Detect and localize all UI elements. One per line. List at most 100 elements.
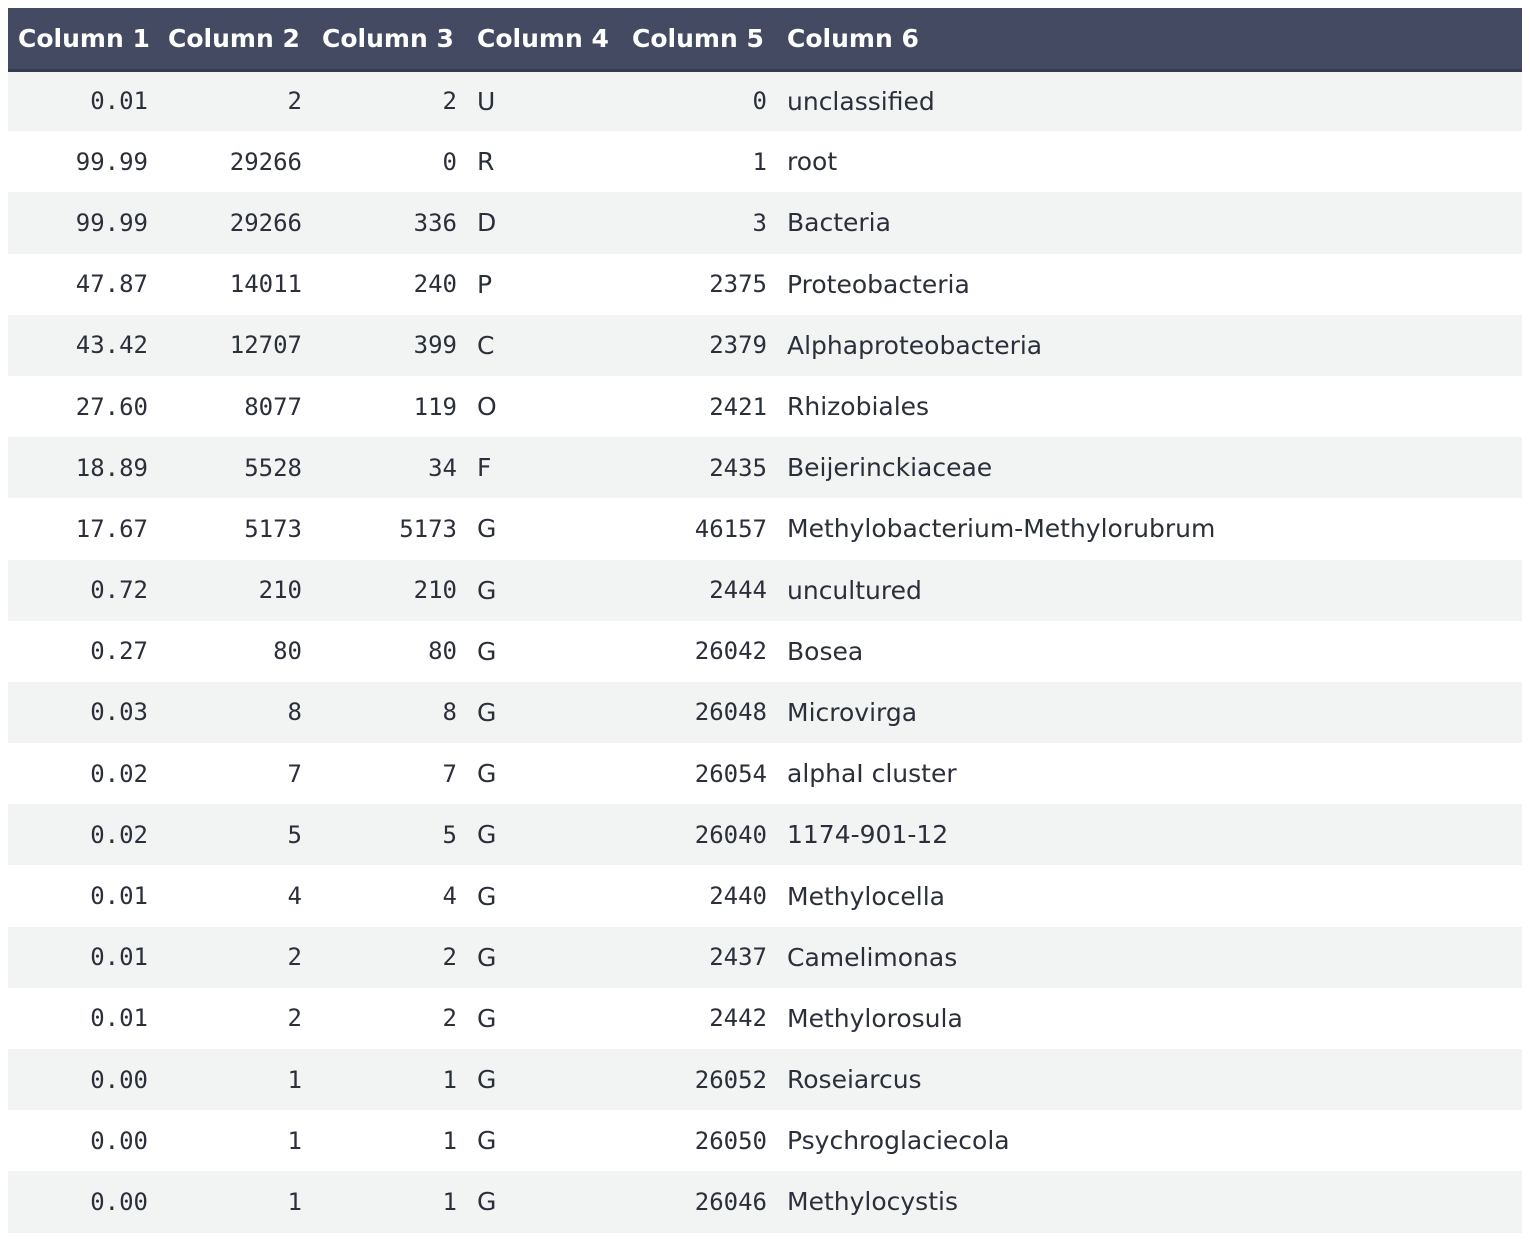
clade-reads-cell: 29266 [229,147,302,176]
table-row: 0.00 1 1 G 26046 Methylocystis [8,1171,1522,1233]
taxid-cell: 2435 [709,453,767,482]
clade-reads-cell: 1 [287,1126,302,1155]
taxid-cell: 2375 [709,270,767,299]
taxon-reads-cell: 2 [442,87,457,116]
percent-cell: 0.00 [90,1065,148,1094]
name-cell: Proteobacteria [787,269,970,299]
clade-reads-cell: 5173 [244,514,302,543]
taxid-cell: 2421 [709,392,767,421]
taxon-reads-cell: 336 [413,208,457,237]
rank-cell: G [477,1187,497,1217]
taxid-cell: 2437 [709,943,767,972]
table-row: 0.72 210 210 G 2444 uncultured [8,559,1522,621]
clade-reads-cell: 8 [287,698,302,727]
taxid-cell: 26040 [694,820,767,849]
table-row: 0.02 7 7 G 26054 alphaI cluster [8,743,1522,805]
taxon-reads-cell: 2 [442,943,457,972]
percent-cell: 0.00 [90,1187,148,1216]
clade-reads-cell: 12707 [229,331,302,360]
taxon-reads-cell: 80 [428,637,457,666]
column-header-3[interactable]: Column 3 [312,8,467,70]
name-cell: Beijerinckiaceae [787,453,993,483]
rank-cell: G [477,1065,497,1095]
table-header: Column 1 Column 2 Column 3 Column 4 Colu… [8,8,1522,70]
clade-reads-cell: 2 [287,943,302,972]
table-row: 43.42 12707 399 C 2379 Alphaproteobacteria [8,314,1522,376]
percent-cell: 17.67 [75,514,148,543]
name-cell: Methylobacterium-Methylorubrum [787,514,1216,544]
name-cell: Methylocystis [787,1187,958,1217]
taxon-reads-cell: 5 [442,820,457,849]
clade-reads-cell: 7 [287,759,302,788]
table-row: 99.99 29266 336 D 3 Bacteria [8,192,1522,254]
clade-reads-cell: 1 [287,1065,302,1094]
clade-reads-cell: 5528 [244,453,302,482]
rank-cell: G [477,759,497,789]
percent-cell: 27.60 [75,392,148,421]
percent-cell: 47.87 [75,270,148,299]
table-row: 0.01 2 2 G 2442 Methylorosula [8,987,1522,1049]
table-row: 17.67 5173 5173 G 46157 Methylobacterium-Meth… [8,498,1522,560]
table-body: 0.01 2 2 U 0 unclassified 99.99 29266 0 R 1 root 99.… [8,70,1522,1233]
rank-cell: G [477,1126,497,1156]
column-header-6[interactable]: Column 6 [777,8,1522,70]
name-cell: Bacteria [787,208,891,238]
table-row: 0.02 5 5 G 26040 1174-901-12 [8,804,1522,866]
table-row: 0.01 2 2 U 0 unclassified [8,70,1522,132]
taxon-reads-cell: 1 [442,1187,457,1216]
table-row: 18.89 5528 34 F 2435 Beijerinckiaceae [8,437,1522,499]
name-cell: Microvirga [787,697,918,727]
rank-cell: G [477,697,497,727]
taxon-reads-cell: 1 [442,1126,457,1155]
taxon-reads-cell: 0 [442,147,457,176]
percent-cell: 0.02 [90,759,148,788]
taxid-cell: 1 [752,147,767,176]
taxid-cell: 26052 [694,1065,767,1094]
clade-reads-cell: 29266 [229,208,302,237]
taxon-reads-cell: 240 [413,270,457,299]
percent-cell: 0.72 [90,576,148,605]
taxid-cell: 26050 [694,1126,767,1155]
clade-reads-cell: 8077 [244,392,302,421]
clade-reads-cell: 2 [287,87,302,116]
percent-cell: 99.99 [75,208,148,237]
column-header-2[interactable]: Column 2 [158,8,312,70]
taxid-cell: 2442 [709,1004,767,1033]
taxid-cell: 26046 [694,1187,767,1216]
percent-cell: 99.99 [75,147,148,176]
table-row: 0.03 8 8 G 26048 Microvirga [8,681,1522,744]
taxon-reads-cell: 2 [442,1004,457,1033]
rank-cell: F [477,453,492,483]
name-cell: alphaI cluster [787,759,957,789]
rank-cell: C [477,330,495,360]
taxid-cell: 2444 [709,576,767,605]
clade-reads-cell: 14011 [229,270,302,299]
taxid-cell: 26042 [694,637,767,666]
column-header-4[interactable]: Column 4 [467,8,622,70]
percent-cell: 18.89 [75,453,148,482]
percent-cell: 0.00 [90,1126,148,1155]
table-row: 47.87 14011 240 P 2375 Proteobacteria [8,253,1522,315]
table-row: 0.01 4 4 G 2440 Methylocella [8,865,1522,927]
name-cell: uncultured [787,575,922,605]
taxid-cell: 26048 [694,698,767,727]
header-row: Column 1 Column 2 Column 3 Column 4 Colu… [8,8,1522,70]
column-header-5[interactable]: Column 5 [622,8,777,70]
rank-cell: G [477,514,497,544]
rank-cell: G [477,942,497,972]
table-row: 0.27 80 80 G 26042 Bosea [8,620,1522,682]
rank-cell: G [477,881,497,911]
rank-cell: D [477,208,497,238]
taxon-reads-cell: 119 [413,392,457,421]
rank-cell: G [477,820,497,850]
data-table-container: Column 1 Column 2 Column 3 Column 4 Colu… [8,8,1522,1233]
rank-cell: G [477,636,497,666]
rank-cell: R [477,147,495,177]
clade-reads-cell: 4 [287,882,302,911]
percent-cell: 43.42 [75,331,148,360]
column-header-1[interactable]: Column 1 [8,8,158,70]
name-cell: Camelimonas [787,942,958,972]
taxid-cell: 26054 [694,759,767,788]
taxon-reads-cell: 5173 [399,514,457,543]
name-cell: unclassified [787,86,935,116]
